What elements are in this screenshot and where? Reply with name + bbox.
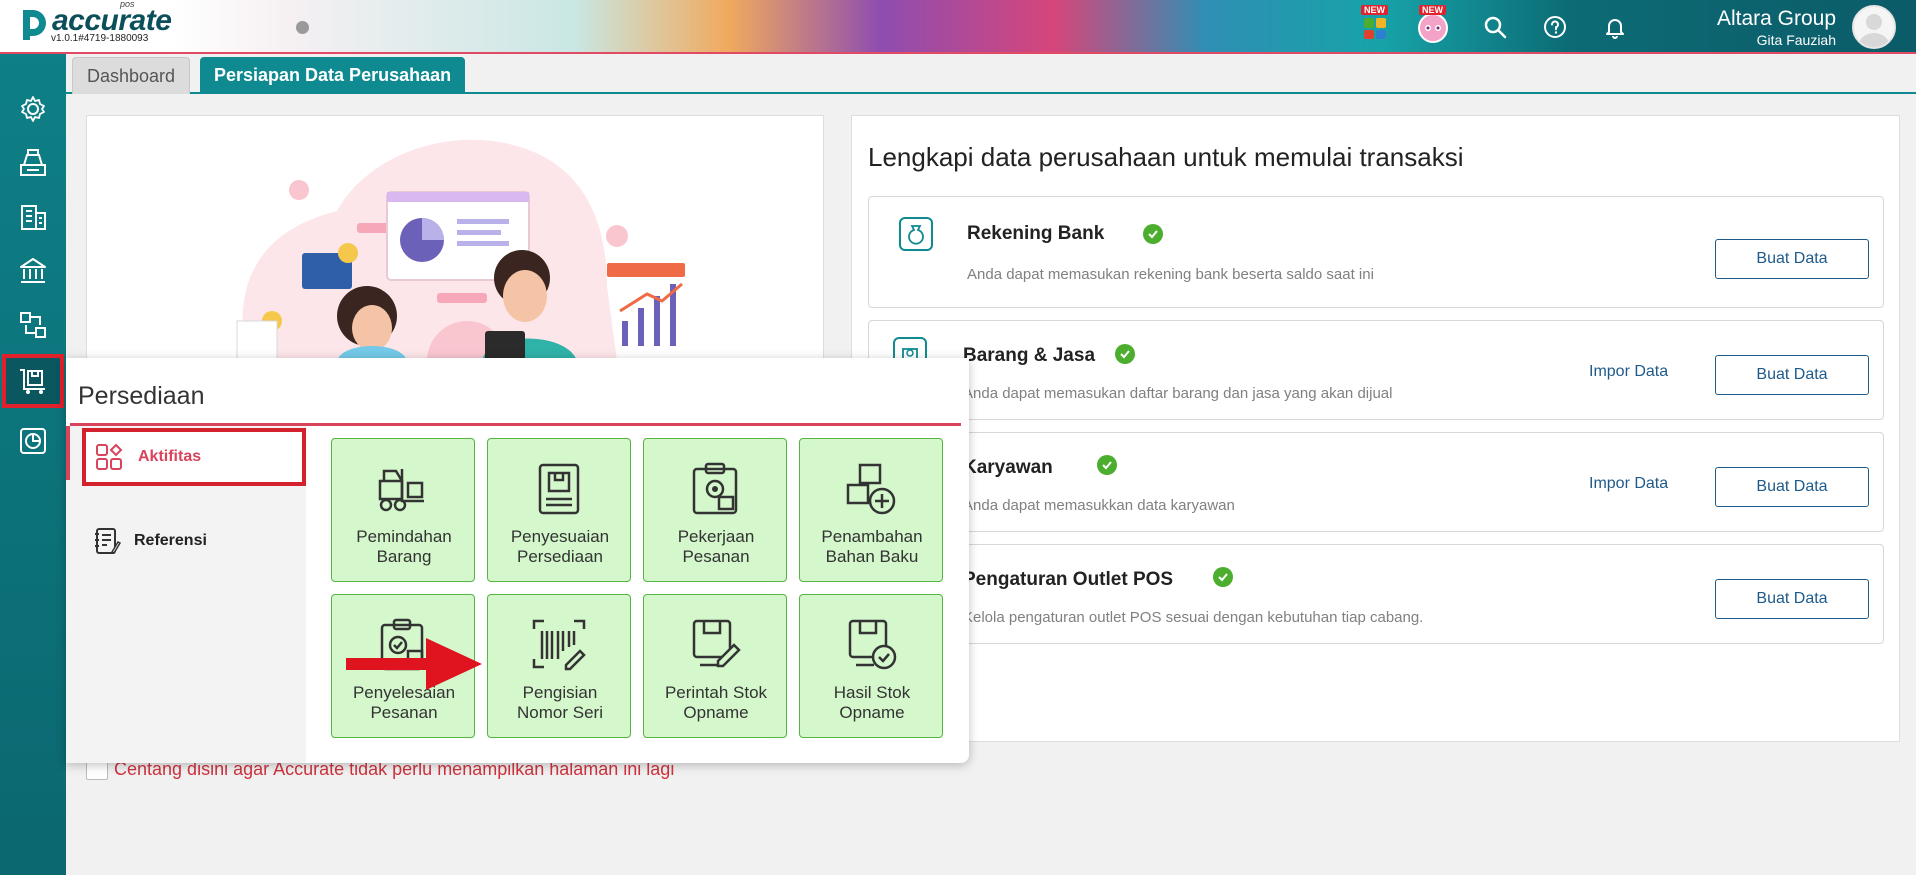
hero-illustration (86, 115, 824, 360)
setup-title: Lengkapi data perusahaan untuk memulai t… (868, 142, 1464, 172)
setup-panel: Lengkapi data perusahaan untuk memulai t… (851, 115, 1900, 742)
bank-bag-icon (899, 217, 933, 251)
card-desc: Anda dapat memasukkan data karyawan (963, 497, 1235, 514)
sidebar-item-bank[interactable] (0, 244, 66, 298)
top-bar: accurate pos v1.0.1#4719-1880093 NEW NEW (0, 0, 1916, 54)
status-dot (296, 21, 309, 34)
tile-perintah-stok-opname[interactable]: Perintah Stok Opname (643, 594, 787, 738)
check-icon (1213, 567, 1233, 587)
cash-register-icon (20, 149, 46, 176)
help-button[interactable] (1538, 10, 1572, 44)
tile-label: Hasil Stok Opname (833, 683, 911, 722)
impor-data-link[interactable]: Impor Data (1589, 363, 1668, 381)
boxes-plus-icon (846, 463, 896, 515)
sidebar-item-reports[interactable] (0, 414, 66, 468)
check-icon (1097, 455, 1117, 475)
buat-data-button[interactable]: Buat Data (1715, 355, 1869, 395)
tile-label: Perintah Stok Opname (664, 683, 768, 722)
mascot-icon (1418, 13, 1448, 43)
sidebar-item-inventory[interactable] (2, 354, 64, 408)
activity-grid-icon (96, 443, 123, 470)
tile-hasil-stok-opname[interactable]: Hasil Stok Opname (799, 594, 943, 738)
sidebar-item-company[interactable] (0, 190, 66, 244)
tile-label: Penambahan Bahan Baku (821, 527, 923, 566)
buat-data-button[interactable]: Buat Data (1715, 579, 1869, 619)
apps-grid-icon (1364, 18, 1386, 39)
box-pencil-icon (692, 619, 741, 668)
tile-pengisian-nomor-seri[interactable]: Pengisian Nomor Seri (487, 594, 631, 738)
forklift-icon (378, 469, 424, 512)
report-chart-icon (20, 428, 46, 454)
impor-data-link[interactable]: Impor Data (1589, 475, 1668, 493)
tile-label: Penyesuaian Persediaan (510, 527, 610, 566)
search-button[interactable] (1478, 10, 1512, 44)
popup-menu: Aktifitas Referensi (66, 426, 306, 763)
check-icon (1143, 224, 1163, 244)
buat-data-button[interactable]: Buat Data (1715, 467, 1869, 507)
persediaan-popup: Persediaan Aktifitas Referensi Pemindaha… (66, 358, 969, 763)
user-name[interactable]: Gita Fauziah (1714, 32, 1836, 48)
mascot-button[interactable]: NEW (1416, 5, 1450, 44)
sidebar-item-sales[interactable] (0, 136, 66, 190)
logo-suffix: pos (120, 0, 135, 9)
search-icon (1484, 16, 1507, 39)
sidebar-item-settings[interactable] (0, 82, 66, 136)
card-title: Karyawan (963, 457, 1053, 478)
barcode-edit-icon (532, 619, 586, 671)
tile-label: Pemindahan Barang (356, 527, 452, 566)
tile-label: Pengisian Nomor Seri (517, 683, 603, 722)
card-title: Rekening Bank (967, 223, 1105, 244)
building-icon (21, 205, 46, 230)
tab-bar: Dashboard Persiapan Data Perusahaan 2 ∨ (66, 54, 1916, 94)
card-title: Pengaturan Outlet POS (963, 569, 1174, 590)
tile-label: Pekerjaan Pesanan (677, 527, 755, 566)
new-badge: NEW (1361, 5, 1388, 15)
accurate-logo-icon (23, 10, 46, 40)
apps-grid-button[interactable]: NEW (1358, 5, 1392, 44)
card-outlet-pos: Pengaturan Outlet POS Kelola pengaturan … (868, 544, 1884, 644)
tile-pemindahan-barang[interactable]: Pemindahan Barang (331, 438, 475, 582)
bank-icon (20, 258, 46, 283)
bell-icon (1606, 19, 1624, 39)
card-desc: Anda dapat memasukan rekening bank beser… (967, 266, 1374, 283)
notification-button[interactable] (1598, 10, 1632, 44)
help-icon (1544, 16, 1566, 38)
active-indicator (66, 426, 70, 480)
tile-pekerjaan-pesanan[interactable]: Pekerjaan Pesanan (643, 438, 787, 582)
illustration-image (236, 139, 685, 359)
tile-penyesuaian-persediaan[interactable]: Penyesuaian Persediaan (487, 438, 631, 582)
buat-data-button[interactable]: Buat Data (1715, 239, 1869, 279)
annotation-arrow-icon (346, 638, 482, 690)
card-rekening-bank: Rekening Bank Anda dapat memasukan reken… (868, 196, 1884, 308)
popup-title: Persediaan (78, 382, 205, 410)
menu-label: Aktifitas (138, 448, 202, 465)
flow-icon (20, 312, 46, 338)
company-name[interactable]: Altara Group (1714, 7, 1836, 31)
new-badge: NEW (1419, 5, 1446, 15)
card-karyawan: Karyawan Anda dapat memasukkan data kary… (868, 432, 1884, 532)
document-box-icon (538, 463, 580, 515)
inventory-cart-icon (20, 369, 45, 394)
check-icon (1115, 344, 1135, 364)
tab-persiapan-data[interactable]: Persiapan Data Perusahaan (200, 57, 466, 94)
card-desc: Kelola pengaturan outlet POS sesuai deng… (963, 609, 1424, 626)
tab-dashboard[interactable]: Dashboard (72, 57, 191, 94)
logo-text: accurate (52, 4, 172, 37)
card-title: Barang & Jasa (963, 345, 1096, 366)
box-check-icon (848, 619, 897, 670)
gear-icon (21, 96, 45, 122)
menu-item-referensi[interactable]: Referensi (92, 526, 207, 556)
user-avatar[interactable] (1852, 5, 1896, 49)
tile-penambahan-bahan-baku[interactable]: Penambahan Bahan Baku (799, 438, 943, 582)
avatar-icon (1858, 14, 1890, 47)
card-desc: Anda dapat memasukan daftar barang dan j… (963, 385, 1393, 402)
card-barang-jasa: Barang & Jasa Anda dapat memasukan dafta… (868, 320, 1884, 420)
app-version: v1.0.1#4719-1880093 (51, 33, 149, 44)
clipboard-gear-icon (692, 462, 738, 515)
sidebar-item-production[interactable] (0, 298, 66, 352)
sidebar (0, 54, 66, 875)
reference-book-icon (95, 528, 122, 554)
menu-item-aktifitas[interactable]: Aktifitas (82, 428, 306, 486)
menu-label: Referensi (134, 532, 207, 549)
